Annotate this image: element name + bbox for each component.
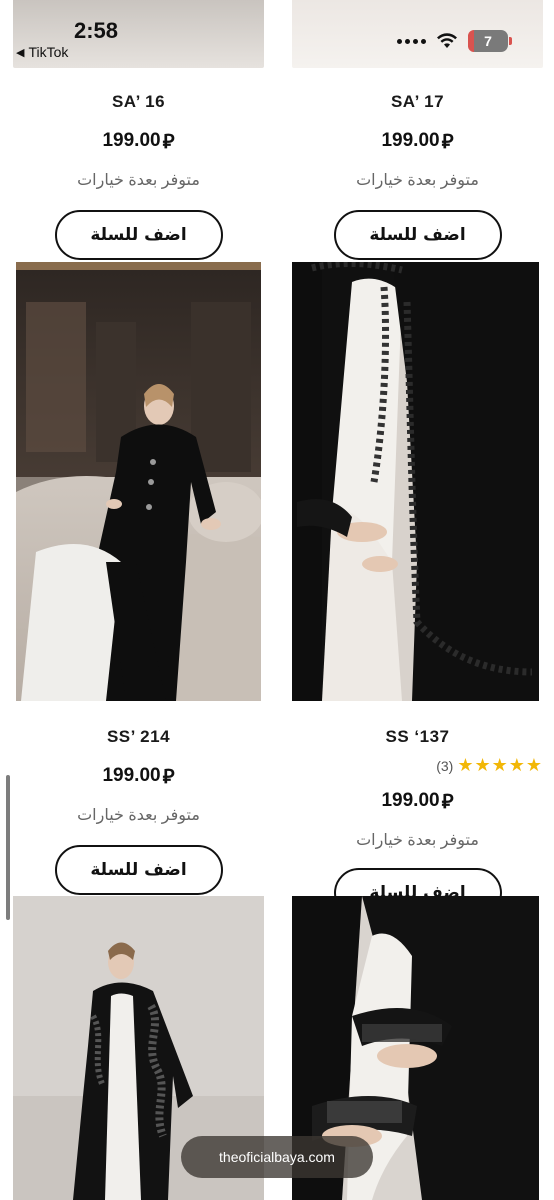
product-price: 199.00 ⃁ (13, 128, 264, 154)
signal-dots-icon (397, 38, 426, 44)
price-value: 199.00 (102, 130, 161, 151)
add-to-cart-button[interactable]: اضف للسلة (333, 210, 502, 260)
rating-count: (3) (436, 757, 454, 774)
options-note: متوفر بعدة خيارات (356, 172, 479, 189)
back-to-app-link[interactable]: ◀ TikTok (16, 44, 68, 60)
status-bar: 2:58 ◀ TikTok 7 (0, 0, 554, 68)
product-rating[interactable]: (3) ★★★★★ (292, 755, 543, 776)
battery-level: 7 (484, 33, 492, 49)
options-note: متوفر بعدة خيارات (77, 172, 200, 189)
price-value: 199.00 (381, 130, 440, 151)
product-card: SA’ 17 199.00 ⃁ متوفر بعدة خيارات اضف لل… (292, 92, 543, 260)
riyal-currency-icon: ⃁ (441, 791, 454, 813)
product-card: SS’ 214 199.00 ⃁ متوفر بعدة خيارات اضف ل… (13, 727, 264, 895)
product-card: SA’ 16 199.00 ⃁ متوفر بعدة خيارات اضف لل… (13, 92, 264, 260)
status-icons: 7 (397, 30, 512, 52)
status-time: 2:58 (74, 18, 119, 43)
riyal-currency-icon: ⃁ (162, 131, 175, 153)
product-card: SS ‘137 (3) ★★★★★ 199.00 ⃁ متوفر بعدة خي… (292, 727, 543, 900)
url-bar-pill[interactable]: theoficialbaya.com (181, 1136, 373, 1178)
product-sku[interactable]: SS ‘137 (292, 727, 543, 747)
scrollbar[interactable] (6, 775, 10, 920)
wifi-icon (437, 33, 457, 48)
battery-indicator: 7 (468, 30, 512, 52)
options-note: متوفر بعدة خيارات (356, 832, 479, 849)
product-sku[interactable]: SS’ 214 (13, 727, 264, 747)
product-price: 199.00 ⃁ (292, 128, 543, 154)
back-arrow-icon: ◀ (16, 46, 25, 59)
price-value: 199.00 (102, 765, 161, 786)
riyal-currency-icon: ⃁ (162, 766, 175, 788)
price-value: 199.00 (381, 790, 440, 811)
product-image-ss137[interactable] (292, 262, 539, 701)
star-rating-icon: ★★★★★ (457, 755, 543, 775)
add-to-cart-button[interactable]: اضف للسلة (54, 845, 223, 895)
add-to-cart-button[interactable]: اضف للسلة (54, 210, 223, 260)
options-note: متوفر بعدة خيارات (77, 807, 200, 824)
product-image-ss214[interactable] (16, 262, 261, 701)
back-app-label: TikTok (28, 44, 69, 60)
riyal-currency-icon: ⃁ (441, 131, 454, 153)
product-sku[interactable]: SA’ 16 (13, 92, 264, 112)
product-price: 199.00 ⃁ (292, 788, 543, 814)
product-sku[interactable]: SA’ 17 (292, 92, 543, 112)
product-price: 199.00 ⃁ (13, 763, 264, 789)
